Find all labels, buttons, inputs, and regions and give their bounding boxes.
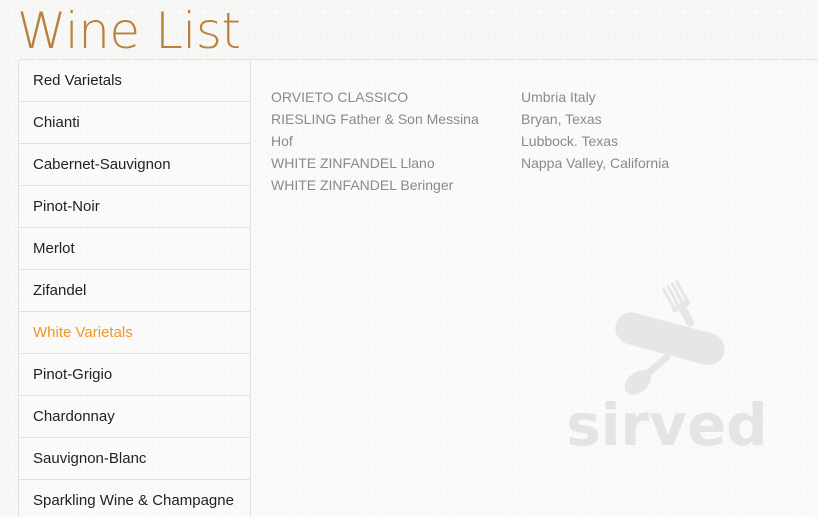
- wine-name: Hof: [271, 133, 293, 149]
- wine-name: ORVIETO CLASSICO: [271, 89, 409, 105]
- sidebar-item-zifandel[interactable]: Zifandel: [19, 270, 250, 312]
- wine-origin: Umbria Italy: [521, 89, 596, 105]
- sidebar-item-pinot-noir[interactable]: Pinot-Noir: [19, 186, 250, 228]
- sidebar-item-chianti[interactable]: Chianti: [19, 102, 250, 144]
- sidebar-item-chardonnay[interactable]: Chardonnay: [19, 396, 250, 438]
- watermark-text: sirved: [566, 391, 768, 455]
- sidebar-item-sauvignon-blanc[interactable]: Sauvignon-Blanc: [19, 438, 250, 480]
- sidebar-item-cabernet-sauvignon[interactable]: Cabernet-Sauvignon: [19, 144, 250, 186]
- sirved-watermark: sirved: [566, 280, 768, 455]
- wine-name: RIESLING Father & Son Messina: [271, 111, 479, 127]
- sidebar-item-pinot-grigio[interactable]: Pinot-Grigio: [19, 354, 250, 396]
- sidebar-item-sparkling-wine-champagne[interactable]: Sparkling Wine & Champagne: [19, 480, 250, 517]
- sidebar-item-red-varietals[interactable]: Red Varietals: [19, 60, 250, 102]
- category-sidebar: Red Varietals Chianti Cabernet-Sauvignon…: [19, 60, 251, 517]
- wine-origin: Bryan, Texas: [521, 111, 602, 127]
- wine-origins-column: Umbria Italy Bryan, Texas Lubbock. Texas…: [521, 86, 721, 196]
- sidebar-item-merlot[interactable]: Merlot: [19, 228, 250, 270]
- wine-names-column: ORVIETO CLASSICO RIESLING Father & Son M…: [271, 86, 521, 196]
- wine-list-content: ORVIETO CLASSICO RIESLING Father & Son M…: [271, 86, 721, 196]
- sidebar-item-white-varietals[interactable]: White Varietals: [19, 312, 250, 354]
- multitool-utensils-icon: [615, 280, 725, 395]
- wine-origin: Lubbock. Texas: [521, 133, 619, 149]
- wine-name: WHITE ZINFANDEL Beringer: [271, 177, 454, 193]
- wine-name: WHITE ZINFANDEL Llano: [271, 155, 435, 171]
- page-title: Wine List: [17, 2, 241, 60]
- wine-origin: Nappa Valley, California: [521, 155, 670, 171]
